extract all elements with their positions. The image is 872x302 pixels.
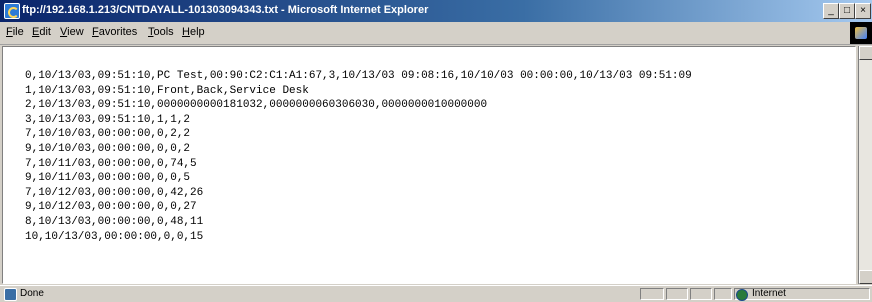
text-line: 9,10/10/03,00:00:00,0,0,2 xyxy=(25,142,191,155)
status-pane xyxy=(640,288,664,300)
scroll-up-button[interactable] xyxy=(859,46,872,60)
text-line: 8,10/13/03,00:00:00,0,48,11 xyxy=(25,215,204,228)
text-line: 9,10/11/03,00:00:00,0,0,5 xyxy=(25,172,191,185)
status-pane xyxy=(666,288,688,300)
window-title: ftp://192.168.1.213/CNTDAYALL-1013030943… xyxy=(22,4,429,16)
page-icon xyxy=(4,288,17,301)
text-line: 1,10/13/03,09:51:10,Front,Back,Service D… xyxy=(25,84,309,97)
text-line: 7,10/11/03,00:00:00,0,74,5 xyxy=(25,157,197,170)
menu-tools[interactable]: Tools xyxy=(148,26,174,38)
title-bar[interactable]: ftp://192.168.1.213/CNTDAYALL-1013030943… xyxy=(0,0,872,22)
globe-icon xyxy=(736,289,748,301)
menu-help[interactable]: Help xyxy=(182,26,205,38)
menu-view[interactable]: View xyxy=(60,26,84,38)
text-line: 7,10/12/03,00:00:00,0,42,26 xyxy=(25,186,204,199)
zone-text: Internet xyxy=(752,288,786,299)
menu-favorites[interactable]: Favorites xyxy=(92,26,137,38)
minimize-button[interactable]: _ xyxy=(823,3,839,19)
windows-logo-icon xyxy=(850,22,872,44)
vertical-scrollbar[interactable] xyxy=(858,46,872,284)
text-line: 2,10/13/03,09:51:10,0000000000181032,000… xyxy=(25,99,488,112)
document-view[interactable]: 0,10/13/03,09:51:10,PC Test,00:90:C2:C1:… xyxy=(2,46,856,284)
text-line: 3,10/13/03,09:51:10,1,1,2 xyxy=(25,113,191,126)
status-bar: Done Internet xyxy=(0,285,872,302)
maximize-button[interactable]: □ xyxy=(839,3,855,19)
scroll-down-button[interactable] xyxy=(859,270,872,284)
text-line: 10,10/13/03,00:00:00,0,0,15 xyxy=(25,230,204,243)
close-button[interactable]: × xyxy=(855,3,871,19)
text-line: 0,10/13/03,09:51:10,PC Test,00:90:C2:C1:… xyxy=(25,70,692,82)
ie-page-icon xyxy=(4,3,20,19)
status-text: Done xyxy=(20,288,44,299)
menu-file[interactable]: File xyxy=(6,26,24,38)
text-line: 9,10/12/03,00:00:00,0,0,27 xyxy=(25,201,197,214)
status-pane xyxy=(714,288,732,300)
status-pane xyxy=(690,288,712,300)
menu-edit[interactable]: Edit xyxy=(32,26,51,38)
text-line: 7,10/10/03,00:00:00,0,2,2 xyxy=(25,128,191,141)
menu-bar: File Edit View Favorites Tools Help xyxy=(0,22,872,45)
text-content: 0,10/13/03,09:51:10,PC Test,00:90:C2:C1:… xyxy=(25,69,692,244)
